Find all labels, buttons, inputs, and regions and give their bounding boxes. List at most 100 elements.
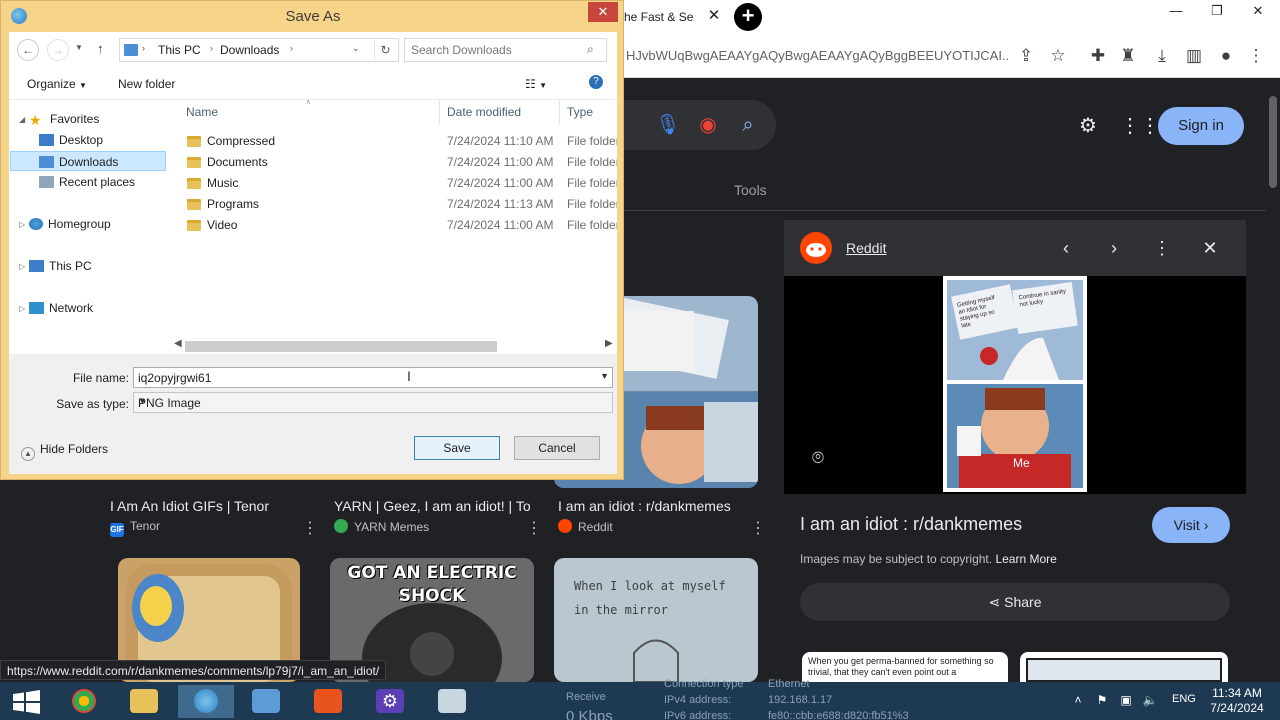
taskbar-monitor[interactable]: [424, 685, 480, 718]
file-name-input[interactable]: [138, 370, 578, 385]
tree-downloads[interactable]: Downloads: [10, 151, 166, 171]
recent-locations-chevron-icon[interactable]: ▼: [75, 43, 83, 52]
save-type-dropdown-icon[interactable]: ▼: [138, 396, 609, 406]
apps-grid-icon[interactable]: ⋮⋮: [1120, 112, 1160, 140]
tray-language[interactable]: ENG: [1172, 693, 1196, 705]
tab-close-icon[interactable]: ✕: [704, 6, 724, 26]
download-icon[interactable]: ⤓: [1150, 44, 1174, 68]
dialog-close-button[interactable]: ✕: [588, 2, 618, 22]
scroll-left-icon[interactable]: ◀: [174, 338, 182, 349]
menu-kebab-icon[interactable]: ⋮: [1244, 44, 1268, 68]
save-button[interactable]: Save: [414, 436, 500, 460]
result-more-icon[interactable]: ⋮: [526, 518, 542, 538]
new-tab-button[interactable]: +: [734, 3, 762, 31]
extensions-icon[interactable]: ✚: [1086, 44, 1110, 68]
up-arrow-icon[interactable]: ↑: [97, 41, 104, 56]
voice-search-icon[interactable]: 🎙: [654, 111, 682, 139]
thispc-expander-icon[interactable]: ▷: [19, 262, 25, 271]
tray-flag-icon[interactable]: ⚑: [1094, 692, 1110, 708]
settings-gear-icon[interactable]: ⚙: [1074, 112, 1102, 140]
tree-recent[interactable]: Recent places: [39, 172, 135, 192]
search-icon[interactable]: ⌕: [734, 111, 762, 139]
result-title[interactable]: I am an idiot : r/dankmemes: [558, 498, 748, 514]
favorites-expander-icon[interactable]: ◢: [19, 115, 25, 124]
new-folder-button[interactable]: New folder: [118, 77, 175, 91]
file-name-dropdown-icon[interactable]: ▼: [600, 371, 609, 381]
result-title[interactable]: YARN | Geez, I am an idiot! | To...: [334, 498, 530, 514]
share-page-icon[interactable]: ⇪: [1014, 44, 1038, 68]
column-header-name[interactable]: Name: [186, 105, 218, 119]
search-box[interactable]: ⌕: [404, 38, 607, 62]
bookmark-star-icon[interactable]: ☆: [1046, 44, 1070, 68]
breadcrumb-thispc[interactable]: This PC: [158, 43, 201, 57]
extension-pin-icon[interactable]: ♜: [1116, 44, 1140, 68]
address-dropdown-icon[interactable]: ⌄: [352, 43, 360, 54]
horizontal-scroll-thumb[interactable]: [185, 341, 497, 352]
hide-folders-toggle[interactable]: ▲ Hide Folders: [21, 442, 108, 461]
search-downloads-input[interactable]: [411, 42, 581, 58]
file-row[interactable]: Video 7/24/2024 11:00 AM File folder: [179, 215, 617, 236]
taskbar-chrome[interactable]: [56, 685, 112, 718]
file-row[interactable]: Compressed 7/24/2024 11:10 AM File folder: [179, 131, 617, 152]
address-bar[interactable]: › This PC › Downloads › ⌄ ↻: [119, 38, 399, 62]
tray-clock[interactable]: 11:34 AM 7/24/2024: [1204, 686, 1270, 716]
forward-button[interactable]: →: [47, 39, 69, 61]
file-row[interactable]: Music 7/24/2024 11:00 AM File folder: [179, 173, 617, 194]
page-scrollbar-thumb[interactable]: [1269, 96, 1277, 188]
tree-homegroup[interactable]: Homegroup: [29, 214, 111, 234]
tray-network-icon[interactable]: ▣: [1118, 692, 1134, 708]
homegroup-expander-icon[interactable]: ▷: [19, 220, 25, 229]
breadcrumb-downloads[interactable]: Downloads: [220, 43, 279, 57]
result-more-icon[interactable]: ⋮: [750, 518, 766, 538]
search-icon[interactable]: ⌕: [587, 42, 594, 57]
refresh-icon[interactable]: ↻: [374, 41, 396, 59]
file-row[interactable]: Programs 7/24/2024 11:13 AM File folder: [179, 194, 617, 215]
visit-button[interactable]: Visit ›: [1152, 507, 1230, 543]
next-image-icon[interactable]: ›: [1100, 234, 1128, 262]
taskbar-office[interactable]: [300, 685, 356, 718]
previous-image-icon[interactable]: ‹: [1052, 234, 1080, 262]
help-icon[interactable]: ?: [589, 75, 603, 89]
result-thumbnail-mirror[interactable]: When I look at myself in the mirror: [554, 558, 758, 682]
column-header-date[interactable]: Date modified: [447, 105, 521, 119]
related-card[interactable]: [1020, 652, 1228, 682]
preview-site-link[interactable]: Reddit: [846, 240, 886, 256]
result-title[interactable]: I Am An Idiot GIFs | Tenor: [110, 498, 310, 514]
window-close-button[interactable]: ✕: [1243, 2, 1273, 22]
side-panel-icon[interactable]: ▥: [1182, 44, 1206, 68]
column-header-type[interactable]: Type: [567, 105, 593, 119]
tree-favorites[interactable]: ★ Favorites: [29, 109, 99, 129]
share-button[interactable]: ⋖ Share: [800, 583, 1230, 621]
minimize-button[interactable]: —: [1161, 2, 1191, 22]
back-button[interactable]: ←: [17, 39, 39, 61]
tray-volume-icon[interactable]: 🔈: [1142, 692, 1158, 708]
network-expander-icon[interactable]: ▷: [19, 304, 25, 313]
maximize-button[interactable]: ❐: [1202, 2, 1232, 22]
more-options-icon[interactable]: ⋮: [1148, 234, 1176, 262]
result-more-icon[interactable]: ⋮: [302, 518, 318, 538]
sign-in-button[interactable]: Sign in: [1158, 107, 1244, 145]
preview-meme-image[interactable]: Getting myself an Idiot for staying up s…: [943, 276, 1087, 492]
taskbar-settings[interactable]: ⚙: [362, 685, 418, 718]
taskbar-browser-active[interactable]: [178, 685, 234, 718]
organize-menu[interactable]: Organize ▼: [27, 77, 87, 91]
taskbar-network-app[interactable]: [238, 685, 294, 718]
tools-tab[interactable]: Tools: [734, 182, 767, 198]
file-row[interactable]: Documents 7/24/2024 11:00 AM File folder: [179, 152, 617, 173]
related-card[interactable]: When you get perma-banned for something …: [802, 652, 1008, 682]
start-button[interactable]: [0, 685, 56, 718]
page-scrollbar[interactable]: [1266, 78, 1280, 682]
view-options-icon[interactable]: ☷ ▼: [525, 77, 547, 91]
address-bar-url[interactable]: HJvbWUqBwgAEAAYgAQyBwgAEAAYgAQyBggBEEUYO…: [626, 48, 1008, 63]
file-name-field[interactable]: ▼: [133, 367, 613, 388]
learn-more-link[interactable]: Learn More: [995, 552, 1056, 566]
lens-icon[interactable]: ⌾: [804, 444, 832, 472]
tree-network[interactable]: Network: [29, 298, 93, 318]
tray-chevron-icon[interactable]: ˄: [1070, 692, 1086, 708]
preview-title[interactable]: I am an idiot : r/dankmemes: [800, 514, 1022, 535]
browser-tab[interactable]: he Fast & Se ✕: [612, 0, 727, 34]
save-type-select[interactable]: PNG Image ▼: [133, 392, 613, 413]
close-preview-icon[interactable]: ✕: [1196, 234, 1224, 262]
lens-search-icon[interactable]: ◉: [694, 111, 722, 139]
taskbar-file-explorer[interactable]: [116, 685, 172, 718]
